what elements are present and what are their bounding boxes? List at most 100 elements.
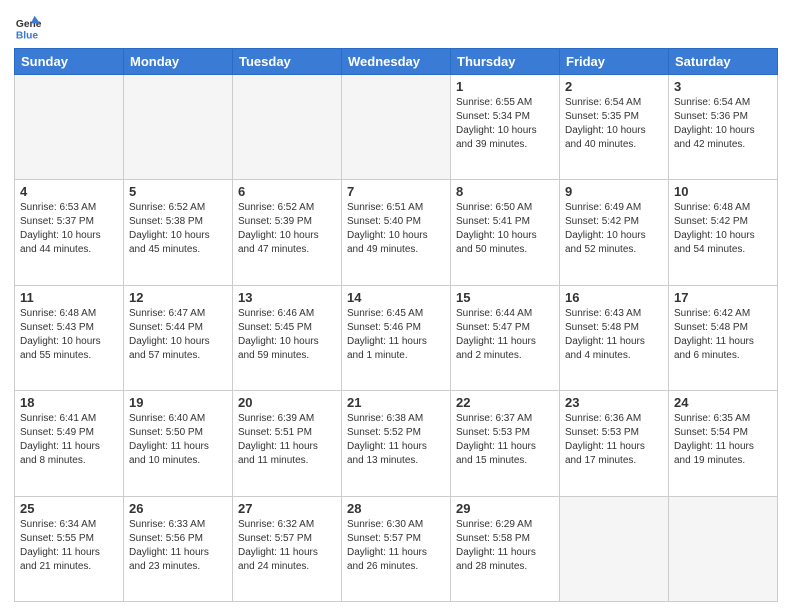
day-header-wednesday: Wednesday bbox=[342, 49, 451, 75]
calendar-cell: 4 Sunrise: 6:53 AM Sunset: 5:37 PM Daylig… bbox=[15, 180, 124, 285]
day-header-friday: Friday bbox=[560, 49, 669, 75]
calendar-body: 1Sunrise: 6:55 AM Sunset: 5:34 PM Daylig… bbox=[15, 75, 778, 602]
calendar-cell: 14Sunrise: 6:45 AM Sunset: 5:46 PM Dayli… bbox=[342, 285, 451, 390]
svg-text:Blue: Blue bbox=[16, 30, 39, 41]
calendar-cell: 2 Sunrise: 6:54 AM Sunset: 5:35 PM Daylig… bbox=[560, 75, 669, 180]
day-info: Sunrise: 6:40 AM Sunset: 5:50 PM Dayligh… bbox=[129, 412, 227, 468]
day-info: Sunrise: 6:52 AM Sunset: 5:38 PM Dayligh… bbox=[129, 201, 227, 257]
day-info: Sunrise: 6:53 AM Sunset: 5:37 PM Dayligh… bbox=[20, 201, 118, 257]
calendar-cell bbox=[342, 75, 451, 180]
calendar-cell: 21 Sunrise: 6:38 AM Sunset: 5:52 PM Dayli… bbox=[342, 391, 451, 496]
calendar-cell: 3 Sunrise: 6:54 AM Sunset: 5:36 PM Daylig… bbox=[669, 75, 778, 180]
calendar-cell bbox=[124, 75, 233, 180]
days-header-row: SundayMondayTuesdayWednesdayThursdayFrid… bbox=[15, 49, 778, 75]
calendar-cell: 20Sunrise: 6:39 AM Sunset: 5:51 PM Dayli… bbox=[233, 391, 342, 496]
day-info: Sunrise: 6:30 AM Sunset: 5:57 PM Dayligh… bbox=[347, 518, 445, 574]
calendar-table: SundayMondayTuesdayWednesdayThursdayFrid… bbox=[14, 48, 778, 602]
day-header-tuesday: Tuesday bbox=[233, 49, 342, 75]
day-info: Sunrise: 6:54 AM Sunset: 5:35 PM Dayligh… bbox=[565, 96, 663, 152]
logo: General Blue bbox=[14, 14, 42, 42]
calendar-cell bbox=[233, 75, 342, 180]
day-info: Sunrise: 6:42 AM Sunset: 5:48 PM Dayligh… bbox=[674, 307, 772, 363]
calendar-cell: 13Sunrise: 6:46 AM Sunset: 5:45 PM Dayli… bbox=[233, 285, 342, 390]
day-number: 3 bbox=[674, 79, 772, 94]
day-number: 18 bbox=[20, 395, 118, 410]
day-number: 24 bbox=[674, 395, 772, 410]
calendar-cell: 16 Sunrise: 6:43 AM Sunset: 5:48 PM Dayli… bbox=[560, 285, 669, 390]
calendar-cell: 19Sunrise: 6:40 AM Sunset: 5:50 PM Dayli… bbox=[124, 391, 233, 496]
day-info: Sunrise: 6:34 AM Sunset: 5:55 PM Dayligh… bbox=[20, 518, 118, 574]
day-info: Sunrise: 6:36 AM Sunset: 5:53 PM Dayligh… bbox=[565, 412, 663, 468]
week-row-2: 11 Sunrise: 6:48 AM Sunset: 5:43 PM Dayli… bbox=[15, 285, 778, 390]
day-number: 8 bbox=[456, 184, 554, 199]
calendar-cell: 6Sunrise: 6:52 AM Sunset: 5:39 PM Daylig… bbox=[233, 180, 342, 285]
calendar-cell: 7 Sunrise: 6:51 AM Sunset: 5:40 PM Daylig… bbox=[342, 180, 451, 285]
calendar-cell: 26 Sunrise: 6:33 AM Sunset: 5:56 PM Dayli… bbox=[124, 496, 233, 601]
day-info: Sunrise: 6:33 AM Sunset: 5:56 PM Dayligh… bbox=[129, 518, 227, 574]
day-number: 22 bbox=[456, 395, 554, 410]
day-info: Sunrise: 6:55 AM Sunset: 5:34 PM Dayligh… bbox=[456, 96, 554, 152]
day-info: Sunrise: 6:48 AM Sunset: 5:42 PM Dayligh… bbox=[674, 201, 772, 257]
day-number: 12 bbox=[129, 290, 227, 305]
day-info: Sunrise: 6:32 AM Sunset: 5:57 PM Dayligh… bbox=[238, 518, 336, 574]
day-info: Sunrise: 6:29 AM Sunset: 5:58 PM Dayligh… bbox=[456, 518, 554, 574]
calendar-cell: 28 Sunrise: 6:30 AM Sunset: 5:57 PM Dayli… bbox=[342, 496, 451, 601]
day-info: Sunrise: 6:45 AM Sunset: 5:46 PM Dayligh… bbox=[347, 307, 445, 363]
day-header-thursday: Thursday bbox=[451, 49, 560, 75]
page: General Blue SundayMondayTuesdayWednesda… bbox=[0, 0, 792, 612]
day-info: Sunrise: 6:39 AM Sunset: 5:51 PM Dayligh… bbox=[238, 412, 336, 468]
calendar-cell: 23Sunrise: 6:36 AM Sunset: 5:53 PM Dayli… bbox=[560, 391, 669, 496]
week-row-0: 1Sunrise: 6:55 AM Sunset: 5:34 PM Daylig… bbox=[15, 75, 778, 180]
day-number: 2 bbox=[565, 79, 663, 94]
calendar-cell: 5 Sunrise: 6:52 AM Sunset: 5:38 PM Daylig… bbox=[124, 180, 233, 285]
day-info: Sunrise: 6:49 AM Sunset: 5:42 PM Dayligh… bbox=[565, 201, 663, 257]
day-number: 11 bbox=[20, 290, 118, 305]
calendar-cell: 1Sunrise: 6:55 AM Sunset: 5:34 PM Daylig… bbox=[451, 75, 560, 180]
week-row-1: 4 Sunrise: 6:53 AM Sunset: 5:37 PM Daylig… bbox=[15, 180, 778, 285]
day-info: Sunrise: 6:47 AM Sunset: 5:44 PM Dayligh… bbox=[129, 307, 227, 363]
day-number: 9 bbox=[565, 184, 663, 199]
week-row-4: 25 Sunrise: 6:34 AM Sunset: 5:55 PM Dayli… bbox=[15, 496, 778, 601]
day-info: Sunrise: 6:54 AM Sunset: 5:36 PM Dayligh… bbox=[674, 96, 772, 152]
calendar-cell: 10 Sunrise: 6:48 AM Sunset: 5:42 PM Dayli… bbox=[669, 180, 778, 285]
day-number: 5 bbox=[129, 184, 227, 199]
calendar-cell bbox=[560, 496, 669, 601]
day-number: 27 bbox=[238, 501, 336, 516]
logo-icon: General Blue bbox=[14, 14, 42, 42]
day-number: 15 bbox=[456, 290, 554, 305]
calendar-cell: 18 Sunrise: 6:41 AM Sunset: 5:49 PM Dayli… bbox=[15, 391, 124, 496]
calendar-cell: 22 Sunrise: 6:37 AM Sunset: 5:53 PM Dayli… bbox=[451, 391, 560, 496]
day-info: Sunrise: 6:44 AM Sunset: 5:47 PM Dayligh… bbox=[456, 307, 554, 363]
day-number: 28 bbox=[347, 501, 445, 516]
calendar-cell: 25 Sunrise: 6:34 AM Sunset: 5:55 PM Dayli… bbox=[15, 496, 124, 601]
day-number: 17 bbox=[674, 290, 772, 305]
calendar-cell: 27 Sunrise: 6:32 AM Sunset: 5:57 PM Dayli… bbox=[233, 496, 342, 601]
day-number: 29 bbox=[456, 501, 554, 516]
day-number: 26 bbox=[129, 501, 227, 516]
day-info: Sunrise: 6:50 AM Sunset: 5:41 PM Dayligh… bbox=[456, 201, 554, 257]
calendar-cell bbox=[669, 496, 778, 601]
day-info: Sunrise: 6:41 AM Sunset: 5:49 PM Dayligh… bbox=[20, 412, 118, 468]
day-info: Sunrise: 6:38 AM Sunset: 5:52 PM Dayligh… bbox=[347, 412, 445, 468]
day-number: 13 bbox=[238, 290, 336, 305]
day-number: 21 bbox=[347, 395, 445, 410]
calendar-cell bbox=[15, 75, 124, 180]
day-header-sunday: Sunday bbox=[15, 49, 124, 75]
day-info: Sunrise: 6:43 AM Sunset: 5:48 PM Dayligh… bbox=[565, 307, 663, 363]
calendar-cell: 8 Sunrise: 6:50 AM Sunset: 5:41 PM Daylig… bbox=[451, 180, 560, 285]
calendar-cell: 11 Sunrise: 6:48 AM Sunset: 5:43 PM Dayli… bbox=[15, 285, 124, 390]
day-info: Sunrise: 6:37 AM Sunset: 5:53 PM Dayligh… bbox=[456, 412, 554, 468]
day-info: Sunrise: 6:48 AM Sunset: 5:43 PM Dayligh… bbox=[20, 307, 118, 363]
calendar-cell: 29 Sunrise: 6:29 AM Sunset: 5:58 PM Dayli… bbox=[451, 496, 560, 601]
day-number: 16 bbox=[565, 290, 663, 305]
day-info: Sunrise: 6:52 AM Sunset: 5:39 PM Dayligh… bbox=[238, 201, 336, 257]
day-number: 4 bbox=[20, 184, 118, 199]
calendar-cell: 9 Sunrise: 6:49 AM Sunset: 5:42 PM Daylig… bbox=[560, 180, 669, 285]
week-row-3: 18 Sunrise: 6:41 AM Sunset: 5:49 PM Dayli… bbox=[15, 391, 778, 496]
day-number: 10 bbox=[674, 184, 772, 199]
day-info: Sunrise: 6:51 AM Sunset: 5:40 PM Dayligh… bbox=[347, 201, 445, 257]
day-number: 7 bbox=[347, 184, 445, 199]
calendar-cell: 17 Sunrise: 6:42 AM Sunset: 5:48 PM Dayli… bbox=[669, 285, 778, 390]
calendar-cell: 24Sunrise: 6:35 AM Sunset: 5:54 PM Dayli… bbox=[669, 391, 778, 496]
day-number: 25 bbox=[20, 501, 118, 516]
